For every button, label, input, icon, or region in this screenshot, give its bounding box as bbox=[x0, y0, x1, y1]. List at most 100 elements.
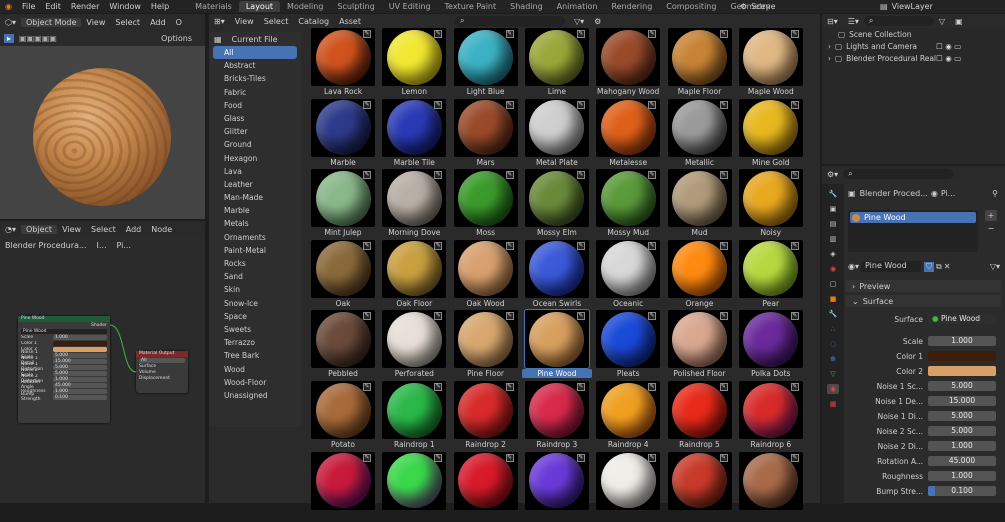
asset-item[interactable]: ✎ Orange bbox=[665, 239, 735, 310]
properties-search-input[interactable]: ⌕ bbox=[843, 169, 954, 179]
blender-logo-icon[interactable]: ◉ bbox=[0, 2, 17, 11]
world-tab-icon[interactable]: ◉ bbox=[827, 264, 839, 274]
edit-asset-icon[interactable]: ✎ bbox=[719, 30, 728, 38]
asset-item[interactable]: ✎ Polka Dots bbox=[736, 310, 806, 380]
asset-view-menu[interactable]: View bbox=[230, 17, 259, 26]
properties-type-icon[interactable]: ⚙▾ bbox=[822, 170, 843, 179]
outliner-item[interactable]: › ▢ Blender Procedural Reali ☐ ◉ ▭ bbox=[822, 52, 1005, 64]
outliner-item-controls[interactable]: ☐ ◉ ▭ bbox=[936, 42, 961, 51]
edit-asset-icon[interactable]: ✎ bbox=[363, 312, 371, 321]
editor-type-icon[interactable]: ⬡▾ bbox=[0, 18, 21, 27]
edit-asset-icon[interactable]: ✎ bbox=[505, 100, 514, 109]
asset-item[interactable]: ✎ Oak Floor bbox=[379, 239, 449, 310]
edit-asset-icon[interactable]: ✎ bbox=[719, 241, 728, 250]
catalog-sweets[interactable]: Sweets bbox=[209, 323, 301, 336]
property-value[interactable]: 5.000 bbox=[928, 381, 996, 391]
asset-item[interactable]: ✎ Marble bbox=[308, 98, 378, 169]
collection-tab-icon[interactable]: ▢ bbox=[827, 279, 839, 289]
asset-item[interactable]: ✎ Maple Wood bbox=[736, 28, 806, 98]
3d-viewport[interactable] bbox=[0, 46, 205, 219]
tab-sculpting[interactable]: Sculpting bbox=[330, 1, 381, 12]
asset-item[interactable]: ✎ Lime bbox=[522, 28, 592, 98]
asset-item[interactable]: ✎ Mahogany Wood bbox=[593, 28, 663, 98]
asset-item[interactable]: ✎ Pear bbox=[736, 239, 806, 310]
catalog-snow-ice[interactable]: Snow-Ice bbox=[209, 297, 301, 310]
catalog-wood-floor[interactable]: Wood-Floor bbox=[209, 376, 301, 389]
outliner-display-icon[interactable]: ☰▾ bbox=[843, 17, 864, 26]
edit-asset-icon[interactable]: ✎ bbox=[434, 171, 443, 180]
edit-asset-icon[interactable]: ✎ bbox=[648, 30, 657, 38]
edit-asset-icon[interactable]: ✎ bbox=[648, 383, 657, 391]
catalog-ornaments[interactable]: Ornaments bbox=[209, 231, 301, 244]
asset-select-menu[interactable]: Select bbox=[259, 17, 294, 26]
outliner-scene-collection[interactable]: ▢ Scene Collection bbox=[822, 28, 1005, 40]
asset-item[interactable]: ✎ bbox=[665, 451, 735, 522]
asset-item[interactable]: ✎ Potato bbox=[308, 381, 378, 451]
menu-file[interactable]: File bbox=[17, 2, 40, 11]
catalog-glass[interactable]: Glass bbox=[209, 112, 301, 125]
edit-asset-icon[interactable]: ✎ bbox=[790, 171, 799, 180]
asset-item[interactable]: ✎ Polished Floor bbox=[665, 310, 735, 380]
outliner-type-icon[interactable]: ⊟▾ bbox=[822, 17, 843, 26]
edit-asset-icon[interactable]: ✎ bbox=[505, 383, 514, 391]
catalog-wood[interactable]: Wood bbox=[209, 363, 301, 376]
edit-asset-icon[interactable]: ✎ bbox=[719, 453, 728, 462]
property-value[interactable]: 5.000 bbox=[928, 426, 996, 436]
asset-item[interactable]: ✎ Oak bbox=[308, 239, 378, 310]
edit-asset-icon[interactable]: ✎ bbox=[790, 312, 799, 321]
outliner-search-input[interactable]: ⌕ bbox=[863, 16, 934, 26]
catalog-paint-metal[interactable]: Paint-Metal bbox=[209, 244, 301, 257]
asset-item[interactable]: ✎ Pine Wood bbox=[521, 309, 592, 380]
edit-asset-icon[interactable]: ✎ bbox=[505, 312, 514, 321]
asset-item[interactable]: ✎ bbox=[379, 451, 449, 522]
tab-rendering[interactable]: Rendering bbox=[604, 1, 659, 12]
asset-item[interactable]: ✎ Raindrop 3 bbox=[522, 381, 592, 451]
edit-asset-icon[interactable]: ✎ bbox=[719, 171, 728, 180]
tab-texture-paint[interactable]: Texture Paint bbox=[438, 1, 504, 12]
catalog-skin[interactable]: Skin bbox=[209, 283, 301, 296]
tab-uv-editing[interactable]: UV Editing bbox=[382, 1, 438, 12]
asset-item[interactable]: ✎ Raindrop 1 bbox=[379, 381, 449, 451]
asset-item[interactable]: ✎ Noisy bbox=[736, 169, 806, 239]
edit-asset-icon[interactable]: ✎ bbox=[648, 312, 657, 321]
asset-item[interactable]: ✎ Metalesse bbox=[593, 98, 663, 169]
asset-item[interactable]: ✎ Mossy Mud bbox=[593, 169, 663, 239]
catalog-glitter[interactable]: Glitter bbox=[209, 125, 301, 138]
edit-asset-icon[interactable]: ✎ bbox=[790, 100, 799, 109]
edit-asset-icon[interactable]: ✎ bbox=[576, 100, 585, 109]
asset-item[interactable]: ✎ Pleats bbox=[593, 310, 663, 380]
property-value[interactable]: 5.000 bbox=[928, 411, 996, 421]
asset-catalog-menu[interactable]: Catalog bbox=[293, 17, 334, 26]
edit-asset-icon[interactable]: ✎ bbox=[576, 171, 585, 180]
catalog-marble[interactable]: Marble bbox=[209, 204, 301, 217]
menu-render[interactable]: Render bbox=[66, 2, 104, 11]
catalog-metals[interactable]: Metals bbox=[209, 217, 301, 230]
new-collection-icon[interactable]: ▣ bbox=[950, 17, 968, 26]
material-browse-icon[interactable]: ◉▾ bbox=[848, 262, 861, 271]
outliner-item-controls[interactable]: ☐ ◉ ▭ bbox=[936, 54, 961, 63]
property-value[interactable]: 1.000 bbox=[928, 441, 996, 451]
edit-asset-icon[interactable]: ✎ bbox=[648, 453, 657, 462]
asset-item[interactable]: ✎ Mint Julep bbox=[308, 169, 378, 239]
asset-item[interactable]: ✎ bbox=[736, 451, 806, 522]
asset-item[interactable]: ✎ Moss bbox=[451, 169, 521, 239]
outliner-filter-icon[interactable]: ▽ bbox=[934, 17, 950, 26]
catalog-abstract[interactable]: Abstract bbox=[209, 59, 301, 72]
surface-value[interactable]: ● Pine Wood bbox=[928, 314, 996, 324]
output-tab-icon[interactable]: ▤ bbox=[827, 219, 839, 229]
edit-asset-icon[interactable]: ✎ bbox=[363, 383, 371, 391]
edit-asset-icon[interactable]: ✎ bbox=[719, 100, 728, 109]
edit-asset-icon[interactable]: ✎ bbox=[505, 171, 514, 180]
asset-item[interactable]: ✎ Light Blue bbox=[451, 28, 521, 98]
edit-asset-icon[interactable]: ✎ bbox=[363, 171, 371, 180]
view-layer-selector[interactable]: ▤ ViewLayer bbox=[880, 0, 933, 13]
asset-item[interactable]: ✎ bbox=[451, 451, 521, 522]
asset-item[interactable]: ✎ bbox=[593, 451, 663, 522]
asset-item[interactable]: ✎ Raindrop 4 bbox=[593, 381, 663, 451]
edit-asset-icon[interactable]: ✎ bbox=[505, 30, 514, 38]
constraints-tab-icon[interactable]: ⊕ bbox=[827, 354, 839, 364]
modifier-tab-icon[interactable]: 🔧 bbox=[827, 309, 839, 319]
tab-modeling[interactable]: Modeling bbox=[280, 1, 330, 12]
unlink-material-icon[interactable]: ✕ bbox=[944, 262, 951, 271]
catalog-leather[interactable]: Leather bbox=[209, 178, 301, 191]
